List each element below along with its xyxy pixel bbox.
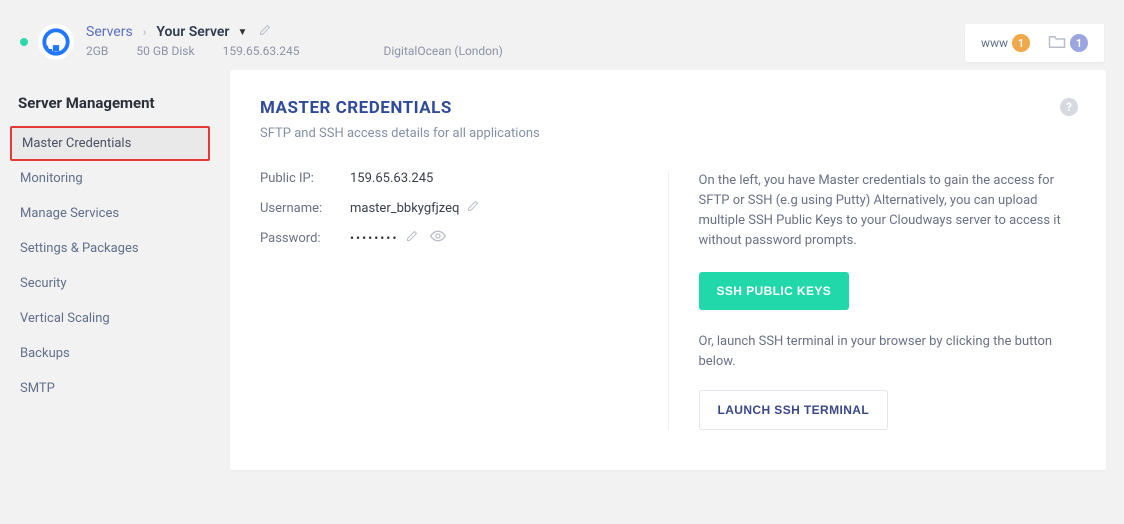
badge-apps-count: 1	[1070, 34, 1088, 52]
password-label: Password:	[260, 231, 350, 246]
meta-ip: 159.65.63.245	[223, 44, 300, 58]
sidebar-title: Server Management	[10, 94, 210, 126]
sidebar-item-backups[interactable]: Backups	[10, 336, 210, 371]
meta-disk: 50 GB Disk	[136, 44, 194, 58]
public-ip-value: 159.65.63.245	[350, 171, 433, 186]
meta-ram: 2GB	[86, 44, 108, 58]
or-description: Or, launch SSH terminal in your browser …	[699, 332, 1077, 372]
public-ip-label: Public IP:	[260, 171, 350, 186]
sidebar-item-smtp[interactable]: SMTP	[10, 371, 210, 406]
badge-www-count: 1	[1012, 34, 1030, 52]
help-icon[interactable]: ?	[1060, 98, 1078, 116]
username-label: Username:	[260, 201, 350, 216]
folder-icon	[1048, 35, 1066, 52]
password-mask: ••••••••	[350, 231, 398, 245]
page-subtitle: SFTP and SSH access details for all appl…	[260, 126, 1076, 141]
breadcrumb-servers[interactable]: Servers	[86, 24, 133, 40]
reveal-password-icon[interactable]	[430, 230, 446, 246]
edit-password-icon[interactable]	[406, 230, 418, 246]
caret-down-icon[interactable]: ▼	[237, 27, 247, 38]
sidebar-item-manage-services[interactable]: Manage Services	[10, 196, 210, 231]
pencil-icon[interactable]	[259, 24, 271, 40]
page-title: MASTER CREDENTIALS	[260, 98, 1076, 118]
header-badges: www 1 1	[965, 24, 1104, 62]
ssh-public-keys-button[interactable]: SSH PUBLIC KEYS	[699, 272, 850, 310]
sidebar-item-monitoring[interactable]: Monitoring	[10, 161, 210, 196]
chevron-right-icon: ›	[143, 25, 147, 39]
launch-ssh-terminal-button[interactable]: LAUNCH SSH TERMINAL	[699, 390, 889, 430]
sidebar-item-security[interactable]: Security	[10, 266, 210, 301]
server-status-dot	[20, 38, 28, 46]
sidebar-item-settings-packages[interactable]: Settings & Packages	[10, 231, 210, 266]
badge-apps[interactable]: 1	[1048, 34, 1088, 52]
meta-provider: DigitalOcean (London)	[384, 44, 503, 58]
credentials-description: On the left, you have Master credentials…	[699, 171, 1077, 252]
username-value: master_bbkygfjzeq	[350, 201, 459, 216]
badge-www[interactable]: www 1	[981, 34, 1030, 52]
sidebar-item-vertical-scaling[interactable]: Vertical Scaling	[10, 301, 210, 336]
edit-username-icon[interactable]	[467, 200, 479, 216]
breadcrumb-current-server[interactable]: Your Server	[156, 24, 229, 40]
provider-logo	[38, 24, 74, 60]
sidebar-item-master-credentials[interactable]: Master Credentials	[10, 126, 210, 161]
badge-www-label: www	[981, 36, 1008, 50]
